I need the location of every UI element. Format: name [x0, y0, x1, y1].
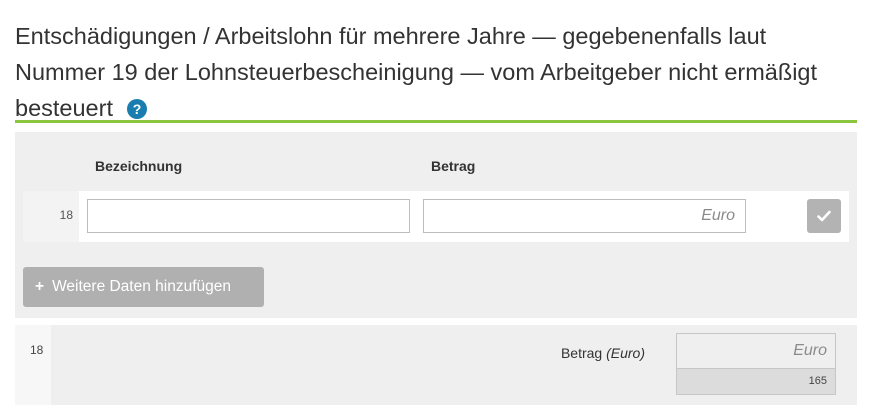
row-line-number: 18 — [59, 208, 73, 222]
bezeichnung-input[interactable] — [87, 199, 410, 233]
field-code: 165 — [676, 369, 836, 395]
add-more-data-label: Weitere Daten hinzufügen — [52, 278, 232, 295]
add-more-data-button[interactable]: + Weitere Daten hinzufügen — [23, 267, 264, 307]
summary-panel: 18 Betrag (Euro) 165 — [15, 325, 857, 405]
summary-betrag-label: Betrag (Euro) — [561, 345, 645, 361]
section-divider — [15, 120, 857, 123]
row-number-cell: 18 — [23, 191, 79, 242]
checkmark-icon — [817, 210, 831, 222]
betrag-input[interactable] — [423, 199, 746, 233]
summary-label-unit: (Euro) — [606, 345, 645, 361]
column-header-bezeichnung: Bezeichnung — [95, 158, 183, 174]
plus-icon: + — [35, 278, 45, 295]
section-title: Entschädigungen / Arbeitslohn für mehrer… — [15, 18, 860, 126]
summary-number-cell: 18 — [15, 325, 51, 405]
help-icon[interactable]: ? — [126, 99, 147, 119]
confirm-row-button[interactable] — [807, 199, 841, 233]
summary-label-text: Betrag — [560, 345, 603, 361]
summary-line-number: 18 — [30, 343, 44, 357]
table-row: 18 — [23, 191, 849, 242]
summary-betrag-field[interactable] — [676, 333, 836, 369]
column-header-betrag: Betrag — [431, 158, 476, 174]
